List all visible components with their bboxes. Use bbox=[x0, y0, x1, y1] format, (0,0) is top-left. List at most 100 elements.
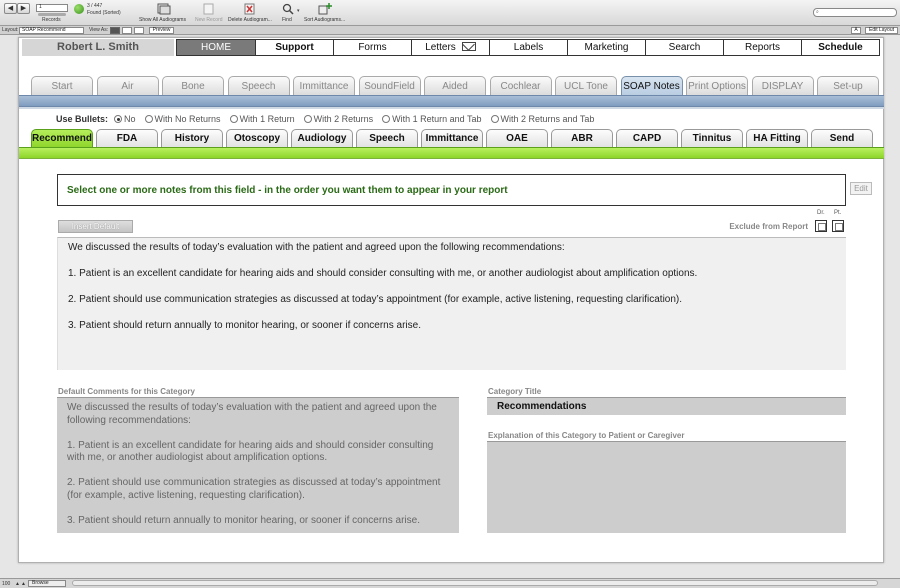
new-record-icon[interactable] bbox=[202, 3, 216, 15]
bullet-option-label: With 1 Return and Tab bbox=[392, 114, 482, 124]
tab-start[interactable]: Start bbox=[31, 76, 93, 95]
exclude-pt-checkbox[interactable] bbox=[832, 220, 844, 232]
envelope-icon bbox=[461, 41, 476, 51]
record-slider[interactable] bbox=[38, 13, 66, 16]
bullet-option-1-return[interactable]: With 1 Return bbox=[229, 114, 295, 124]
explanation-field[interactable] bbox=[487, 441, 846, 533]
nav-forms[interactable]: Forms bbox=[334, 39, 412, 56]
soap-tab-send[interactable]: Send bbox=[811, 129, 873, 147]
show-all-button[interactable]: Show All Audiograms bbox=[139, 17, 186, 23]
show-all-icon[interactable] bbox=[157, 3, 171, 15]
use-bullets-label: Use Bullets: bbox=[56, 114, 109, 124]
delete-icon[interactable] bbox=[243, 3, 257, 15]
tab-air[interactable]: Air bbox=[96, 76, 159, 95]
soap-tab-fda[interactable]: FDA bbox=[96, 129, 158, 147]
soap-tab-ha-fitting[interactable]: HA Fitting bbox=[746, 129, 808, 147]
zoom-in-icon[interactable]: ▲ bbox=[21, 581, 26, 587]
form-view-icon[interactable] bbox=[110, 27, 120, 34]
test-tabs-bar bbox=[19, 95, 884, 107]
layout-select[interactable]: SOAP Recommend bbox=[19, 27, 84, 34]
tab-speech[interactable]: Speech bbox=[227, 76, 290, 95]
soap-tab-audiology[interactable]: Audiology bbox=[291, 129, 353, 147]
find-dropdown-icon[interactable]: ▾ bbox=[297, 8, 300, 14]
patient-name: Robert L. Smith bbox=[22, 39, 174, 56]
soap-tab-oae[interactable]: OAE bbox=[486, 129, 548, 147]
tab-cochlear[interactable]: Cochlear bbox=[489, 76, 552, 95]
quick-search-input[interactable] bbox=[813, 8, 897, 17]
bullet-option-1-return-tab[interactable]: With 1 Return and Tab bbox=[382, 114, 482, 124]
next-record-button[interactable]: ▶ bbox=[17, 3, 30, 14]
tab-ucl-tone[interactable]: UCL Tone bbox=[555, 76, 617, 95]
bullet-options: Use Bullets: No With No Returns With 1 R… bbox=[56, 113, 603, 125]
tab-bone[interactable]: Bone bbox=[162, 76, 224, 95]
bullet-option-no-returns[interactable]: With No Returns bbox=[144, 114, 221, 124]
find-icon[interactable] bbox=[282, 3, 296, 15]
category-title-field[interactable]: Recommendations bbox=[487, 397, 846, 415]
font-size-button[interactable]: A bbox=[851, 27, 861, 34]
soap-tab-capd[interactable]: CAPD bbox=[616, 129, 678, 147]
tab-print-options[interactable]: Print Options bbox=[686, 76, 748, 95]
tab-soundfield[interactable]: SoundField bbox=[358, 76, 421, 95]
bullet-option-no[interactable]: No bbox=[114, 114, 136, 124]
bullet-option-2-returns-tab[interactable]: With 2 Returns and Tab bbox=[490, 114, 594, 124]
soap-tab-immittance[interactable]: Immittance bbox=[421, 129, 483, 147]
record-number-field[interactable]: 1 bbox=[36, 4, 68, 12]
nav-labels[interactable]: Labels bbox=[490, 39, 568, 56]
nav-marketing[interactable]: Marketing bbox=[568, 39, 646, 56]
nav-support[interactable]: Support bbox=[256, 39, 334, 56]
sort-icon[interactable] bbox=[318, 3, 332, 15]
soap-tab-otoscopy[interactable]: Otoscopy bbox=[226, 129, 288, 147]
default-comments-field[interactable]: We discussed the results of today’s eval… bbox=[57, 397, 459, 533]
list-view-icon[interactable] bbox=[122, 27, 132, 34]
exclude-from-report-label: Exclude from Report bbox=[729, 222, 808, 231]
soap-tab-speech[interactable]: Speech bbox=[356, 129, 418, 147]
tab-soap-notes[interactable]: SOAP Notes bbox=[620, 76, 683, 95]
new-record-button[interactable]: New Record bbox=[195, 17, 223, 23]
delete-button[interactable]: Delete Audiogram... bbox=[228, 17, 272, 23]
soap-tab-abr[interactable]: ABR bbox=[551, 129, 613, 147]
previous-record-button[interactable]: ◀ bbox=[4, 3, 17, 14]
edit-layout-button[interactable]: Edit Layout bbox=[865, 27, 898, 34]
toolbar: ◀ ▶ 1 Records 3 / 447 Found (Sorted) Sho… bbox=[0, 0, 900, 26]
default-comment-paragraph: 1. Patient is an excellent candidate for… bbox=[67, 439, 434, 464]
mode-select[interactable]: Browse bbox=[28, 580, 66, 587]
tab-aided[interactable]: Aided bbox=[424, 76, 486, 95]
nav-letters-label: Letters bbox=[425, 42, 456, 53]
soap-tab-history[interactable]: History bbox=[161, 129, 223, 147]
bullet-option-label: No bbox=[124, 114, 136, 124]
radio-icon bbox=[303, 115, 312, 123]
dr-label: Dr. bbox=[817, 210, 825, 216]
category-title-label: Category Title bbox=[488, 387, 542, 396]
preview-button[interactable]: Preview bbox=[149, 27, 174, 34]
horizontal-scrollbar[interactable] bbox=[72, 580, 878, 586]
radio-icon bbox=[382, 115, 391, 123]
layout-label: Layout: bbox=[2, 27, 19, 33]
notes-text-area[interactable]: We discussed the results of today’s eval… bbox=[57, 237, 846, 370]
layout-bar: Layout: SOAP Recommend View As: Preview … bbox=[0, 26, 900, 35]
tab-display[interactable]: DISPLAY bbox=[751, 76, 814, 95]
nav-schedule[interactable]: Schedule bbox=[802, 39, 880, 56]
exclude-dr-checkbox[interactable] bbox=[815, 220, 827, 232]
soap-tab-recommend[interactable]: Recommend bbox=[31, 129, 93, 147]
table-view-icon[interactable] bbox=[134, 27, 144, 34]
default-comments-label: Default Comments for this Category bbox=[58, 387, 195, 396]
nav-search[interactable]: Search bbox=[646, 39, 724, 56]
tab-set-up[interactable]: Set-up bbox=[817, 76, 879, 95]
nav-reports[interactable]: Reports bbox=[724, 39, 802, 56]
tab-immittance[interactable]: Immittance bbox=[293, 76, 355, 95]
insert-default-button[interactable]: Insert Default bbox=[58, 220, 133, 233]
find-button[interactable]: Find bbox=[282, 17, 292, 23]
zoom-out-icon[interactable]: ▲ bbox=[15, 581, 20, 587]
top-navigation: HOME Support Forms Letters Labels Market… bbox=[176, 39, 880, 56]
soap-tab-tinnitus[interactable]: Tinnitus bbox=[681, 129, 743, 147]
nav-home[interactable]: HOME bbox=[176, 39, 256, 56]
notes-paragraph: 3. Patient should return annually to mon… bbox=[68, 320, 421, 331]
test-tabs: Start Air Bone Speech Immittance SoundFi… bbox=[31, 76, 883, 95]
sort-button[interactable]: Sort Audiograms... bbox=[304, 17, 345, 23]
nav-letters[interactable]: Letters bbox=[412, 39, 490, 56]
bullet-option-2-returns[interactable]: With 2 Returns bbox=[303, 114, 373, 124]
zoom-level[interactable]: 100 bbox=[2, 581, 10, 587]
edit-button[interactable]: Edit bbox=[850, 182, 872, 195]
notes-selector-prompt[interactable]: Select one or more notes from this field… bbox=[57, 174, 846, 206]
record-count: 3 / 447 bbox=[87, 3, 103, 9]
